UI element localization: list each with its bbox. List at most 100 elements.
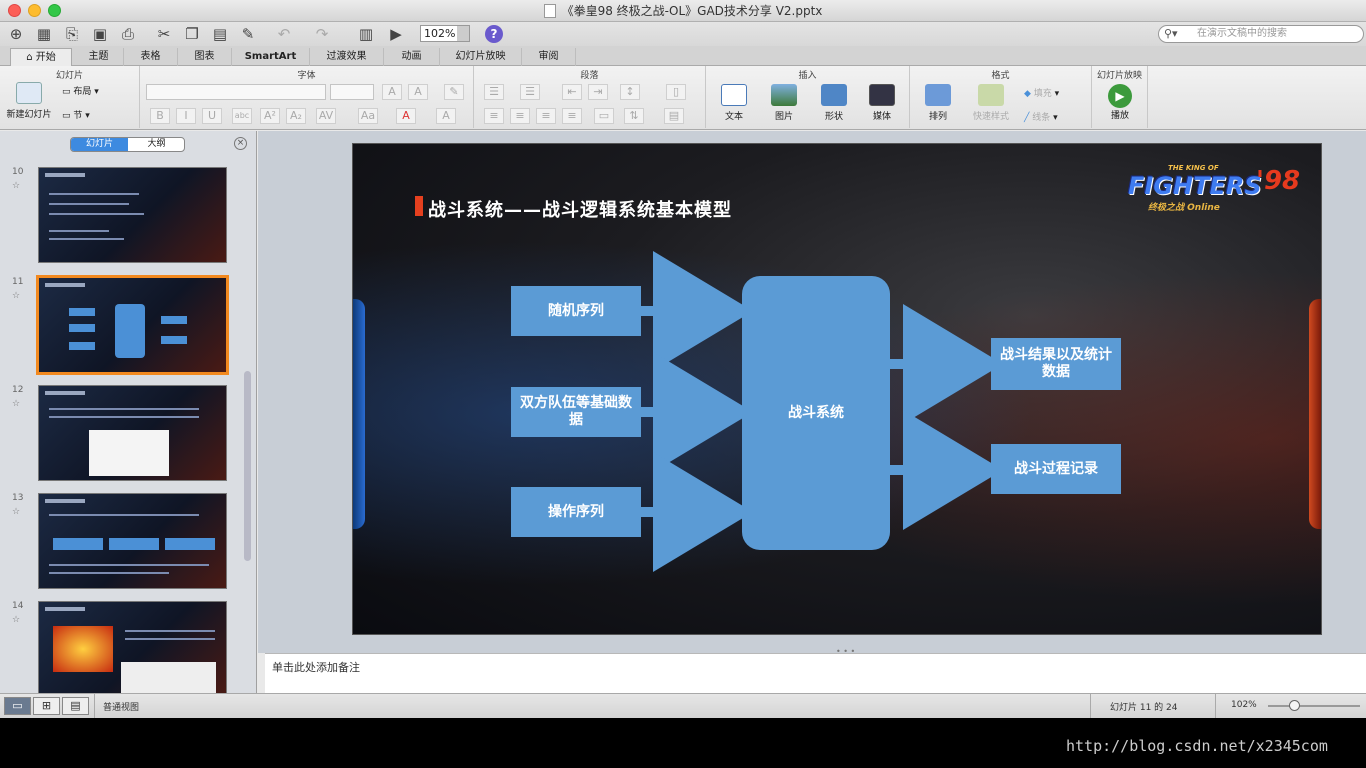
node-operation-sequence[interactable]: 操作序列: [511, 487, 641, 537]
notes-pane[interactable]: 单击此处添加备注: [265, 653, 1366, 693]
paste-icon[interactable]: ▤: [210, 24, 230, 44]
zoom-slider[interactable]: [1268, 705, 1360, 707]
tab-slideshow[interactable]: 幻灯片放映: [440, 48, 522, 66]
tab-home[interactable]: ⌂ 开始: [10, 48, 72, 66]
section-label: 节: [73, 111, 83, 121]
increase-indent-icon[interactable]: ⇥: [588, 84, 608, 100]
subscript-icon[interactable]: A₂: [286, 108, 306, 124]
align-text-icon[interactable]: ▤: [664, 108, 684, 124]
underline-icon[interactable]: U: [202, 108, 222, 124]
open-icon[interactable]: ⎘: [62, 24, 82, 44]
change-case-icon[interactable]: Aa: [358, 108, 378, 124]
search-placeholder: 在演示文稿中的搜索: [1197, 28, 1287, 39]
insert-shape-button[interactable]: 形状: [812, 84, 856, 122]
arrange-label: 排列: [928, 112, 947, 122]
tab-outline-view[interactable]: 大纲: [128, 138, 184, 151]
copy-icon[interactable]: ❐: [182, 24, 202, 44]
section-button[interactable]: ▭ 节 ▾: [62, 108, 134, 121]
font-name-select[interactable]: [146, 84, 326, 100]
font-size-select[interactable]: [330, 84, 374, 100]
font-color-icon[interactable]: A: [396, 108, 416, 124]
group-title: 幻灯片放映: [1096, 71, 1142, 81]
tab-slides-view[interactable]: 幻灯片: [71, 138, 128, 151]
bullets-icon[interactable]: ☰: [484, 84, 504, 100]
redo-icon[interactable]: ↷: [312, 24, 332, 44]
quick-styles-button[interactable]: 快速样式: [966, 84, 1016, 122]
close-window-button[interactable]: [8, 4, 21, 17]
tab-transitions[interactable]: 过渡效果: [310, 48, 384, 66]
bold-icon[interactable]: B: [150, 108, 170, 124]
tab-review[interactable]: 审阅: [522, 48, 576, 66]
node-random-sequence[interactable]: 随机序列: [511, 286, 641, 336]
chevron-down-icon: [457, 26, 469, 41]
clear-format-icon[interactable]: ✎: [444, 84, 464, 100]
format-painter-icon[interactable]: ✎: [238, 24, 258, 44]
insert-picture-button[interactable]: 图片: [762, 84, 806, 122]
slide-sorter-button[interactable]: ⊞: [33, 697, 60, 715]
sidebar-toggle-icon[interactable]: ▥: [356, 24, 376, 44]
insert-media-button[interactable]: 媒体: [860, 84, 904, 122]
zoom-window-button[interactable]: [48, 4, 61, 17]
superscript-icon[interactable]: A²: [260, 108, 280, 124]
text-direction-icon[interactable]: ⇅: [624, 108, 644, 124]
slide-number: 12: [12, 385, 24, 395]
node-battle-result-stats[interactable]: 战斗结果以及统计数据: [991, 338, 1121, 390]
arrange-button[interactable]: 排列: [916, 84, 960, 122]
align-left-icon[interactable]: ≡: [484, 108, 504, 124]
play-button[interactable]: ▶ 播放: [1098, 84, 1142, 121]
text-label: 文本: [724, 112, 743, 122]
search-input[interactable]: ⚲▾ 在演示文稿中的搜索: [1158, 25, 1364, 43]
text-box-align-icon[interactable]: ▭: [594, 108, 614, 124]
watermark-text: http://blog.csdn.net/x2345com: [1066, 737, 1328, 755]
powerpoint-window: 《拳皇98 终极之战-OL》GAD技术分享 V2.pptx ⊕ ▦ ⎘ ▣ ⎙ …: [0, 0, 1366, 718]
node-battle-system[interactable]: 战斗系统: [742, 276, 890, 550]
current-slide[interactable]: THE KING OF FIGHTERS '98 终极之战 Online 战斗系…: [352, 143, 1322, 635]
increase-font-icon[interactable]: A: [382, 84, 402, 100]
fill-button[interactable]: ◆ 填充 ▾: [1024, 86, 1084, 99]
slideshow-icon[interactable]: ▶: [386, 24, 406, 44]
presenter-view-button[interactable]: ▤: [62, 697, 89, 715]
insert-text-button[interactable]: 文本: [712, 84, 756, 122]
text-effects-icon[interactable]: A: [436, 108, 456, 124]
node-team-data[interactable]: 双方队伍等基础数据: [511, 387, 641, 437]
decrease-indent-icon[interactable]: ⇤: [562, 84, 582, 100]
picture-icon: [771, 84, 797, 106]
strikethrough-icon[interactable]: abc: [232, 108, 252, 124]
cut-icon[interactable]: ✂: [154, 24, 174, 44]
tab-tables[interactable]: 表格: [124, 48, 178, 66]
tab-animations[interactable]: 动画: [384, 48, 440, 66]
new-slide-button[interactable]: 新建幻灯片: [4, 82, 54, 120]
align-right-icon[interactable]: ≡: [536, 108, 556, 124]
tab-charts[interactable]: 图表: [178, 48, 232, 66]
node-battle-process-log[interactable]: 战斗过程记录: [991, 444, 1121, 494]
new-slide-icon: [16, 82, 42, 104]
columns-icon[interactable]: ▯: [666, 84, 686, 100]
italic-icon[interactable]: I: [176, 108, 196, 124]
justify-icon[interactable]: ≡: [562, 108, 582, 124]
char-spacing-icon[interactable]: AV: [316, 108, 336, 124]
template-gallery-icon[interactable]: ▦: [34, 24, 54, 44]
navigator-scrollbar[interactable]: [244, 371, 251, 561]
help-button[interactable]: ?: [485, 25, 503, 43]
save-icon[interactable]: ▣: [90, 24, 110, 44]
numbering-icon[interactable]: ☰: [520, 84, 540, 100]
print-icon[interactable]: ⎙: [118, 24, 138, 44]
group-font: 字体 A A ✎ B I U abc A² A₂ AV Aa A A: [140, 66, 474, 128]
slide-number: 13: [12, 493, 24, 503]
line-button[interactable]: ╱ 线条 ▾: [1024, 110, 1084, 123]
slide-number: 14: [12, 601, 24, 611]
tab-themes[interactable]: 主题: [74, 48, 124, 66]
zoom-select[interactable]: 102%: [420, 25, 470, 42]
undo-icon[interactable]: ↶: [274, 24, 294, 44]
align-center-icon[interactable]: ≡: [510, 108, 530, 124]
layout-button[interactable]: ▭ 布局 ▾: [62, 84, 134, 97]
decrease-font-icon[interactable]: A: [408, 84, 428, 100]
tab-smartart[interactable]: SmartArt: [232, 48, 310, 66]
close-navigator-icon[interactable]: ×: [234, 137, 247, 150]
normal-view-button[interactable]: ▭: [4, 697, 31, 715]
new-icon[interactable]: ⊕: [6, 24, 26, 44]
line-spacing-icon[interactable]: ↕: [620, 84, 640, 100]
zoom-slider-knob[interactable]: [1289, 700, 1300, 711]
minimize-window-button[interactable]: [28, 4, 41, 17]
text-box-icon: [721, 84, 747, 106]
